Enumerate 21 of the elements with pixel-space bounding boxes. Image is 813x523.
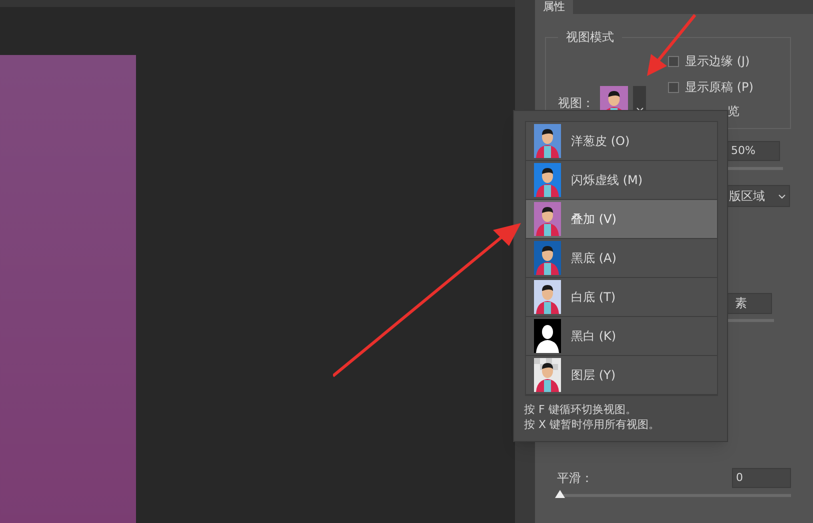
arrow-drawing — [645, 14, 697, 78]
hint-text: 按 F 键循环切换视图。 — [524, 402, 638, 417]
checkbox[interactable] — [668, 56, 679, 66]
slider-thumb[interactable] — [555, 490, 565, 498]
checkbox[interactable] — [668, 82, 679, 92]
checkbox-label: 显示原稿 (P) — [685, 79, 754, 96]
view-menu-item[interactable]: 白底 (T) — [526, 278, 717, 317]
smooth-field[interactable]: 0 — [732, 468, 791, 488]
chevron-down-icon — [778, 194, 786, 198]
view-menu-item[interactable]: 闪烁虚线 (M) — [526, 161, 717, 200]
view-menu-item[interactable]: 图层 (Y) — [526, 356, 717, 395]
view-menu-item[interactable]: 黑白 (K) — [526, 317, 717, 356]
smooth-label: 平滑： — [557, 470, 593, 487]
view-menu-item[interactable]: 黑底 (A) — [526, 239, 717, 278]
properties-tab[interactable]: 属性 — [535, 0, 573, 14]
view-menu-item[interactable]: 洋葱皮 (O) — [526, 122, 717, 161]
view-menu-item[interactable]: 叠加 (V) — [526, 200, 717, 239]
view-label: 视图： — [558, 95, 594, 112]
checkbox-label: 显示边缘 (J) — [685, 53, 750, 70]
hint-text: 按 X 键暂时停用所有视图。 — [524, 417, 661, 432]
preview-label: 览 — [727, 103, 740, 120]
